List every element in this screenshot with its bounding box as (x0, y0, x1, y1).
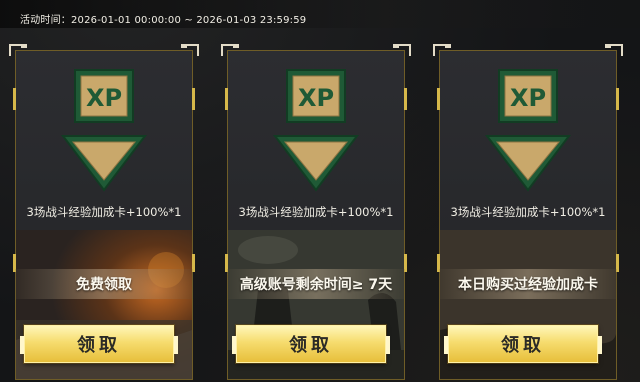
side-marker (225, 88, 228, 110)
corner-bracket-icon (9, 44, 21, 56)
corner-dot (605, 44, 611, 48)
corner-bracket-icon (187, 44, 199, 56)
side-marker (192, 88, 195, 110)
side-marker (404, 88, 407, 110)
reward-card-2: XP 3场战斗经验加成卡+100%*1 高级账号剩余时间≥ 7天 领取 (221, 44, 411, 380)
corner-dot (181, 44, 187, 48)
claim-button[interactable]: 领取 (444, 325, 602, 363)
svg-text:XP: XP (86, 84, 122, 112)
svg-text:XP: XP (298, 84, 334, 112)
claim-condition-bar: 高级账号剩余时间≥ 7天 (227, 269, 405, 299)
claim-button[interactable]: 领取 (20, 325, 178, 363)
corner-bracket-icon (399, 44, 411, 56)
claim-condition-bar: 本日购买过经验加成卡 (439, 269, 617, 299)
reward-card-3: XP 3场战斗经验加成卡+100%*1 本日购买过经验加成卡 领取 (433, 44, 623, 380)
xp-badge-icon: XP (483, 66, 573, 192)
claim-condition: 高级账号剩余时间≥ 7天 (239, 277, 393, 293)
corner-bracket-icon (221, 44, 233, 56)
claim-button-label: 领取 (289, 335, 333, 356)
corner-dot (21, 44, 27, 48)
header-strip: 活动时间：2026-01-01 00:00:00 ~ 2026-01-03 23… (0, 0, 640, 28)
xp-badge-icon: XP (59, 66, 149, 192)
corner-bracket-icon (611, 44, 623, 56)
corner-dot (393, 44, 399, 48)
corner-bracket-icon (433, 44, 445, 56)
claim-condition: 免费领取 (76, 277, 132, 293)
claim-button-label: 领取 (77, 335, 121, 356)
claim-condition-bar: 免费领取 (15, 269, 193, 299)
corner-dot (445, 44, 451, 48)
claim-button[interactable]: 领取 (232, 325, 390, 363)
activity-time: 活动时间：2026-01-01 00:00:00 ~ 2026-01-03 23… (20, 15, 307, 26)
reward-description: 3场战斗经验加成卡+100%*1 (450, 205, 606, 219)
reward-description: 3场战斗经验加成卡+100%*1 (238, 205, 394, 219)
claim-button-label: 领取 (501, 335, 545, 356)
reward-card-1: XP 3场战斗经验加成卡+100%*1 免费领取 领取 (9, 44, 199, 380)
svg-text:XP: XP (510, 84, 546, 112)
side-marker (13, 88, 16, 110)
corner-dot (233, 44, 239, 48)
side-marker (616, 88, 619, 110)
claim-condition: 本日购买过经验加成卡 (458, 277, 598, 293)
side-marker (437, 88, 440, 110)
reward-description: 3场战斗经验加成卡+100%*1 (26, 205, 182, 219)
xp-badge-icon: XP (271, 66, 361, 192)
